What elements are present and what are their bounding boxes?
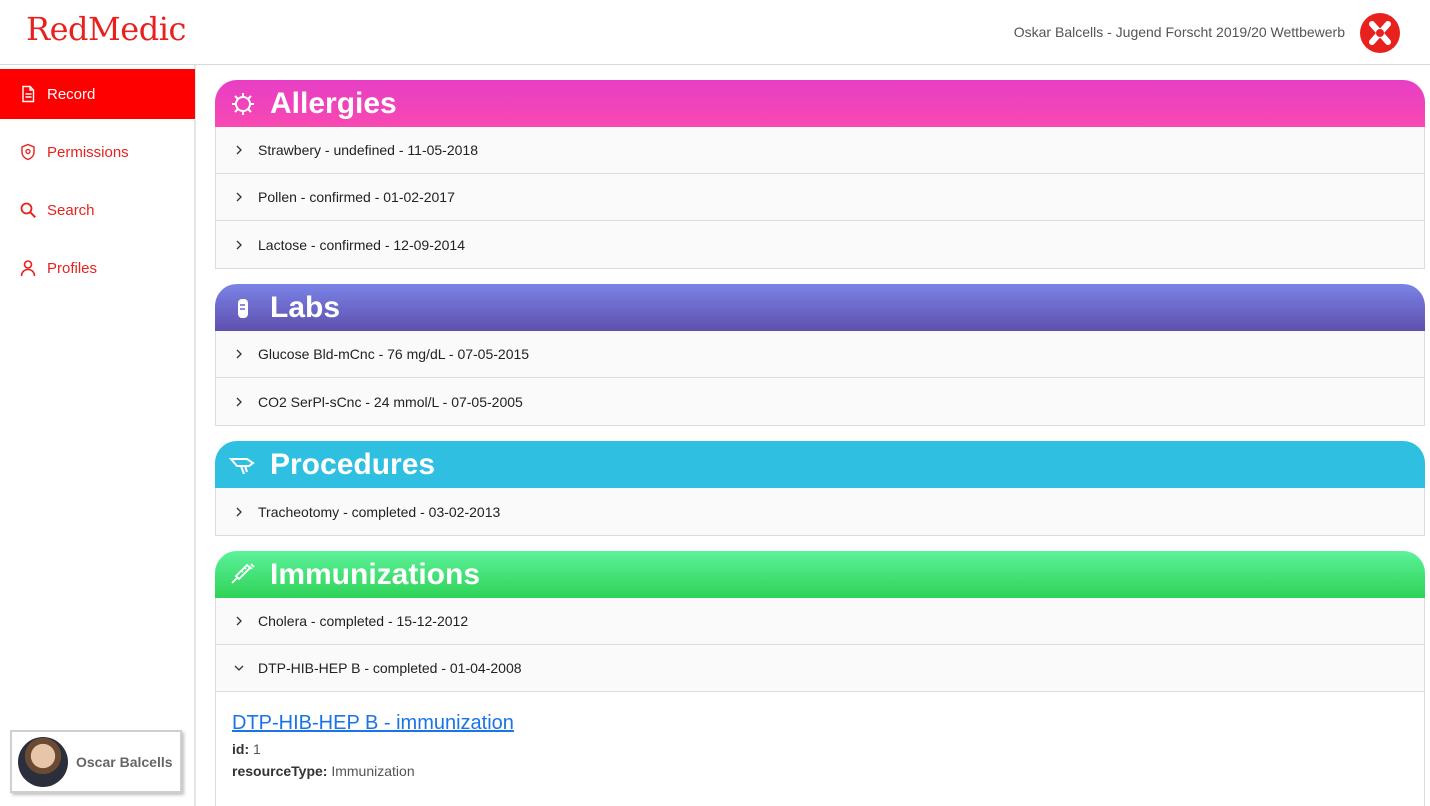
chevron-right-icon: [234, 192, 244, 202]
procedures-header: Procedures: [215, 441, 1425, 488]
sidebar-item-profiles[interactable]: Profiles: [0, 243, 195, 293]
section-title: Immunizations: [270, 557, 481, 591]
user-icon: [19, 259, 37, 277]
field-key: resourceType:: [232, 763, 328, 779]
section-title: Labs: [270, 290, 341, 324]
section-title: Allergies: [270, 86, 397, 120]
chevron-right-icon: [234, 397, 244, 407]
list-item-expanded[interactable]: DTP-HIB-HEP B - completed - 01-04-2008: [216, 645, 1424, 692]
header-title: Oskar Balcells - Jugend Forscht 2019/20 …: [1013, 24, 1345, 40]
syringe-icon: [229, 561, 257, 589]
scalpel-icon: [229, 451, 257, 479]
labs-list: Glucose Bld-mCnc - 76 mg/dL - 07-05-2015…: [215, 331, 1425, 426]
allergies-list: Strawbery - undefined - 11-05-2018 Polle…: [215, 127, 1425, 269]
chevron-down-icon: [234, 663, 244, 673]
field-value: 1: [253, 741, 261, 757]
chevron-right-icon: [234, 145, 244, 155]
detail-title-link[interactable]: DTP-HIB-HEP B - immunization: [232, 712, 1424, 735]
sidebar: Record Permissions Search Profiles: [0, 65, 196, 806]
list-item[interactable]: Glucose Bld-mCnc - 76 mg/dL - 07-05-2015: [216, 331, 1424, 378]
list-item-label: CO2 SerPl-sCnc - 24 mmol/L - 07-05-2005: [258, 393, 523, 410]
list-item-label: Cholera - completed - 15-12-2012: [258, 613, 469, 629]
search-icon: [19, 201, 37, 219]
chevron-right-icon: [234, 507, 244, 517]
profile-name: Oscar Balcells: [76, 753, 173, 770]
profile-card[interactable]: Oscar Balcells: [10, 730, 182, 793]
list-item-label: Strawbery - undefined - 11-05-2018: [258, 142, 478, 158]
list-item-label: DTP-HIB-HEP B - completed - 01-04-2008: [258, 660, 522, 676]
list-item[interactable]: Tracheotomy - completed - 03-02-2013: [216, 488, 1424, 535]
list-item[interactable]: Cholera - completed - 15-12-2012: [216, 598, 1424, 645]
list-item[interactable]: Lactose - confirmed - 12-09-2014: [216, 221, 1424, 268]
sidebar-item-permissions[interactable]: Permissions: [0, 127, 195, 177]
detail-field-resource-type: resourceType: Immunization: [232, 763, 1424, 779]
immunizations-list: Cholera - completed - 15-12-2012 DTP-HIB…: [215, 598, 1425, 693]
list-item[interactable]: CO2 SerPl-sCnc - 24 mmol/L - 07-05-2005: [216, 378, 1424, 425]
sidebar-item-label: Permissions: [47, 143, 129, 161]
virus-icon: [229, 90, 257, 118]
labs-header: Labs: [215, 284, 1425, 331]
list-item[interactable]: Pollen - confirmed - 01-02-2017: [216, 174, 1424, 221]
avatar: [18, 736, 68, 787]
field-value: Immunization: [331, 763, 415, 779]
chevron-right-icon: [234, 240, 244, 250]
app-header: RedMedic Oskar Balcells - Jugend Forscht…: [0, 0, 1430, 65]
shield-icon: [19, 143, 37, 161]
section-title: Procedures: [270, 447, 436, 481]
detail-field-id: id: 1: [232, 741, 1424, 757]
sidebar-item-record[interactable]: Record: [0, 69, 195, 119]
sidebar-item-label: Search: [47, 201, 95, 219]
sidebar-item-search[interactable]: Search: [0, 185, 195, 235]
list-item-label: Lactose - confirmed - 12-09-2014: [258, 236, 465, 253]
list-item-label: Glucose Bld-mCnc - 76 mg/dL - 07-05-2015: [258, 346, 530, 362]
chevron-right-icon: [234, 349, 244, 359]
document-icon: [19, 85, 37, 103]
allergies-header: Allergies: [215, 80, 1425, 127]
list-item-label: Tracheotomy - completed - 03-02-2013: [258, 503, 501, 520]
test-tube-icon: [229, 294, 257, 322]
record-content: Allergies Strawbery - undefined - 11-05-…: [198, 65, 1430, 806]
contest-logo: [1360, 13, 1400, 53]
field-key: id:: [232, 741, 250, 757]
list-item-label: Pollen - confirmed - 01-02-2017: [258, 189, 455, 205]
sidebar-item-label: Record: [47, 85, 96, 103]
sidebar-item-label: Profiles: [47, 259, 98, 277]
immunizations-header: Immunizations: [215, 551, 1425, 598]
brand-logo-text[interactable]: RedMedic: [26, 10, 186, 48]
procedures-list: Tracheotomy - completed - 03-02-2013: [215, 488, 1425, 536]
immunization-detail-panel: DTP-HIB-HEP B - immunization id: 1 resou…: [215, 692, 1425, 806]
list-item[interactable]: Strawbery - undefined - 11-05-2018: [216, 127, 1424, 174]
chevron-right-icon: [234, 616, 244, 626]
